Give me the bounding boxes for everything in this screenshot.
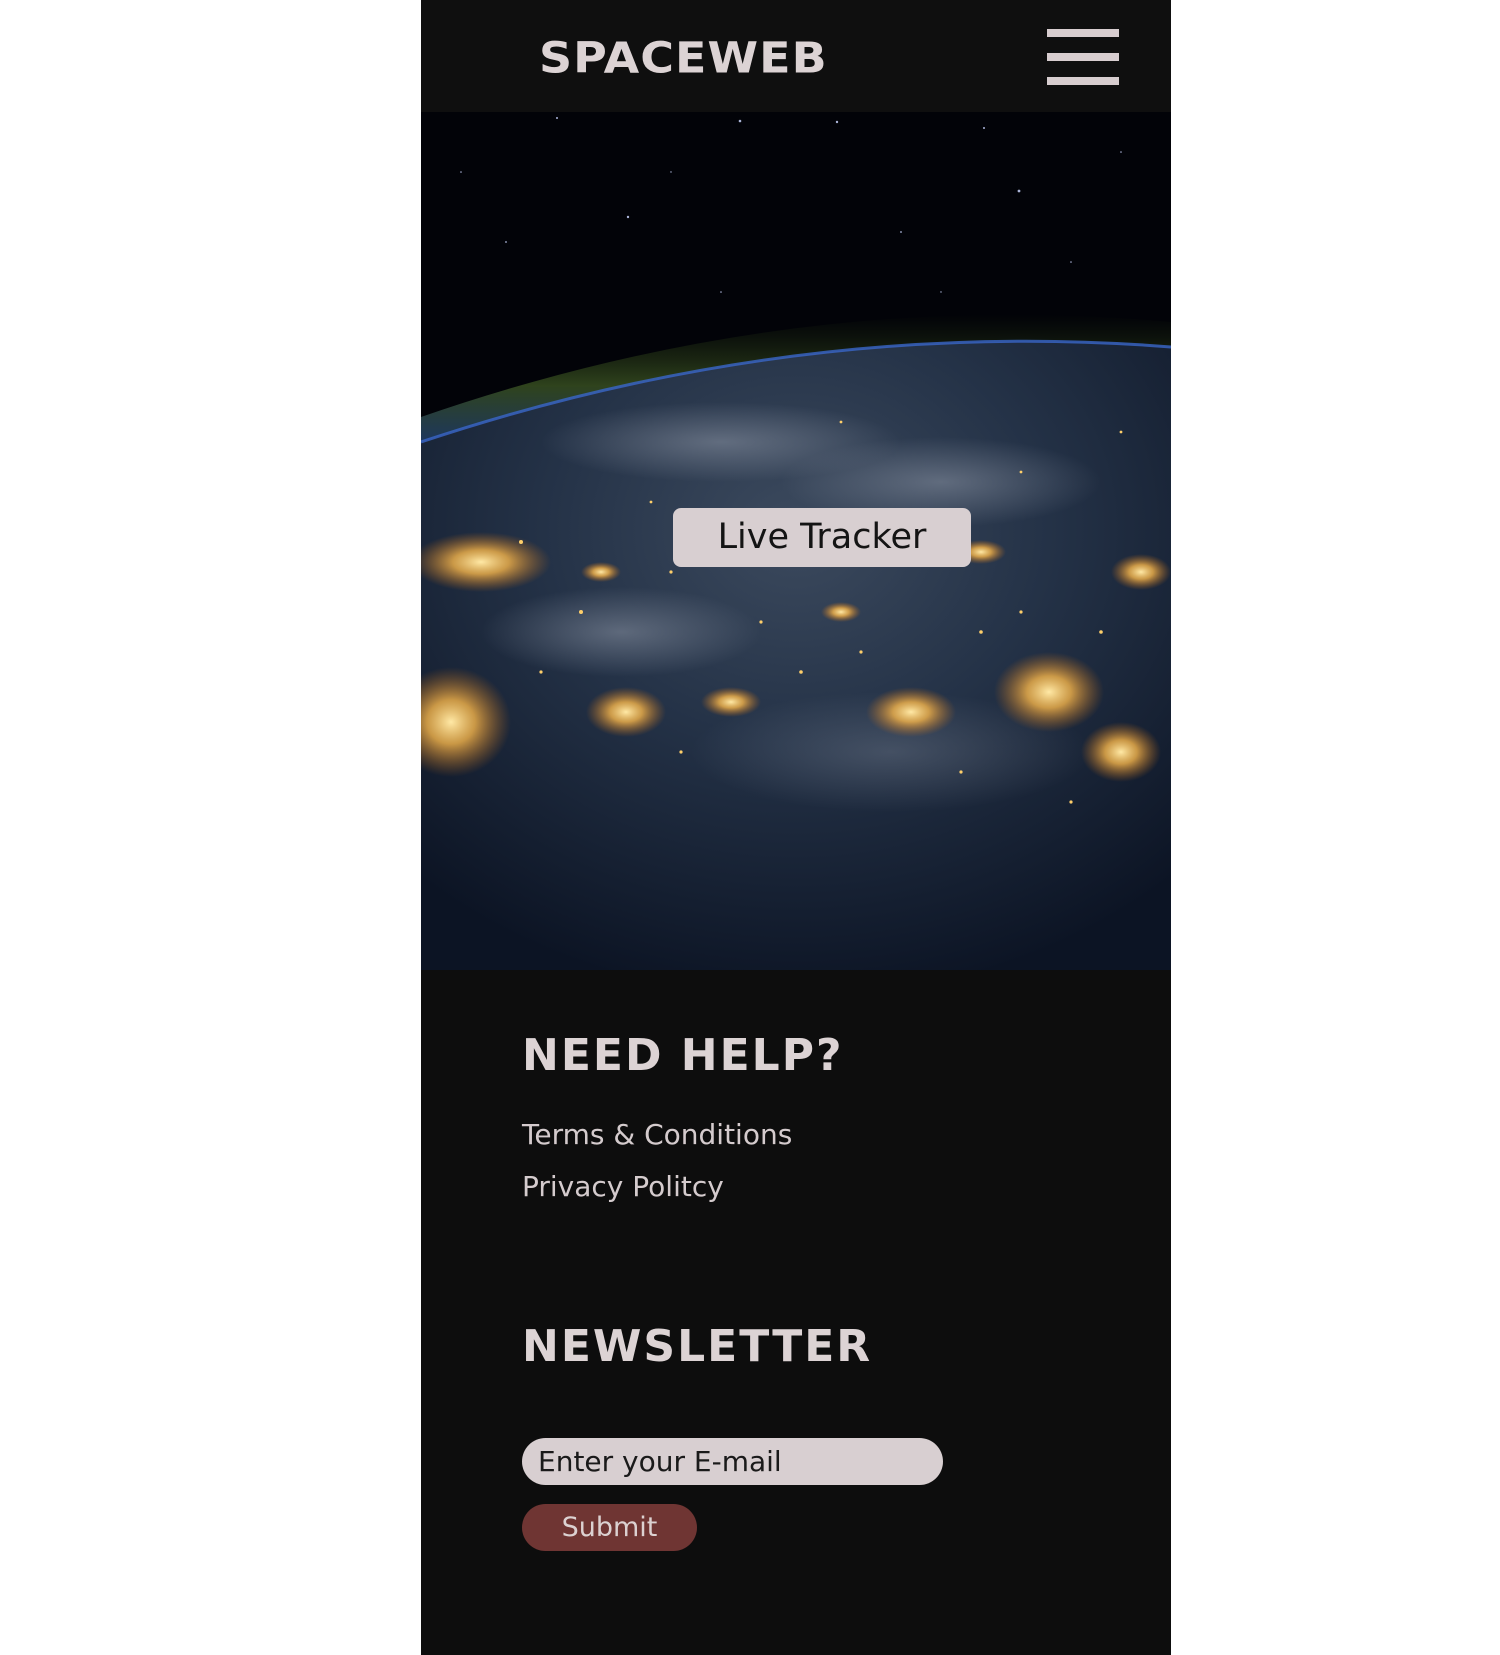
live-tracker-button[interactable]: Live Tracker	[673, 508, 971, 567]
mobile-page: SPACEWEB Live Tracker NEED HELP? Terms &…	[421, 0, 1171, 1655]
email-input[interactable]	[522, 1438, 943, 1485]
need-help-heading: NEED HELP?	[522, 1030, 844, 1081]
menu-bar	[1047, 53, 1119, 61]
privacy-policy-link[interactable]: Privacy Politcy	[522, 1169, 724, 1205]
newsletter-heading: NEWSLETTER	[522, 1321, 873, 1372]
menu-bar	[1047, 29, 1119, 37]
submit-button[interactable]: Submit	[522, 1504, 697, 1551]
hamburger-menu-icon[interactable]	[1047, 29, 1119, 85]
menu-bar	[1047, 77, 1119, 85]
site-logo[interactable]: SPACEWEB	[539, 32, 828, 84]
terms-conditions-link[interactable]: Terms & Conditions	[522, 1117, 792, 1153]
site-header: SPACEWEB	[421, 0, 1171, 112]
hero-earth-image: Live Tracker	[421, 112, 1171, 970]
